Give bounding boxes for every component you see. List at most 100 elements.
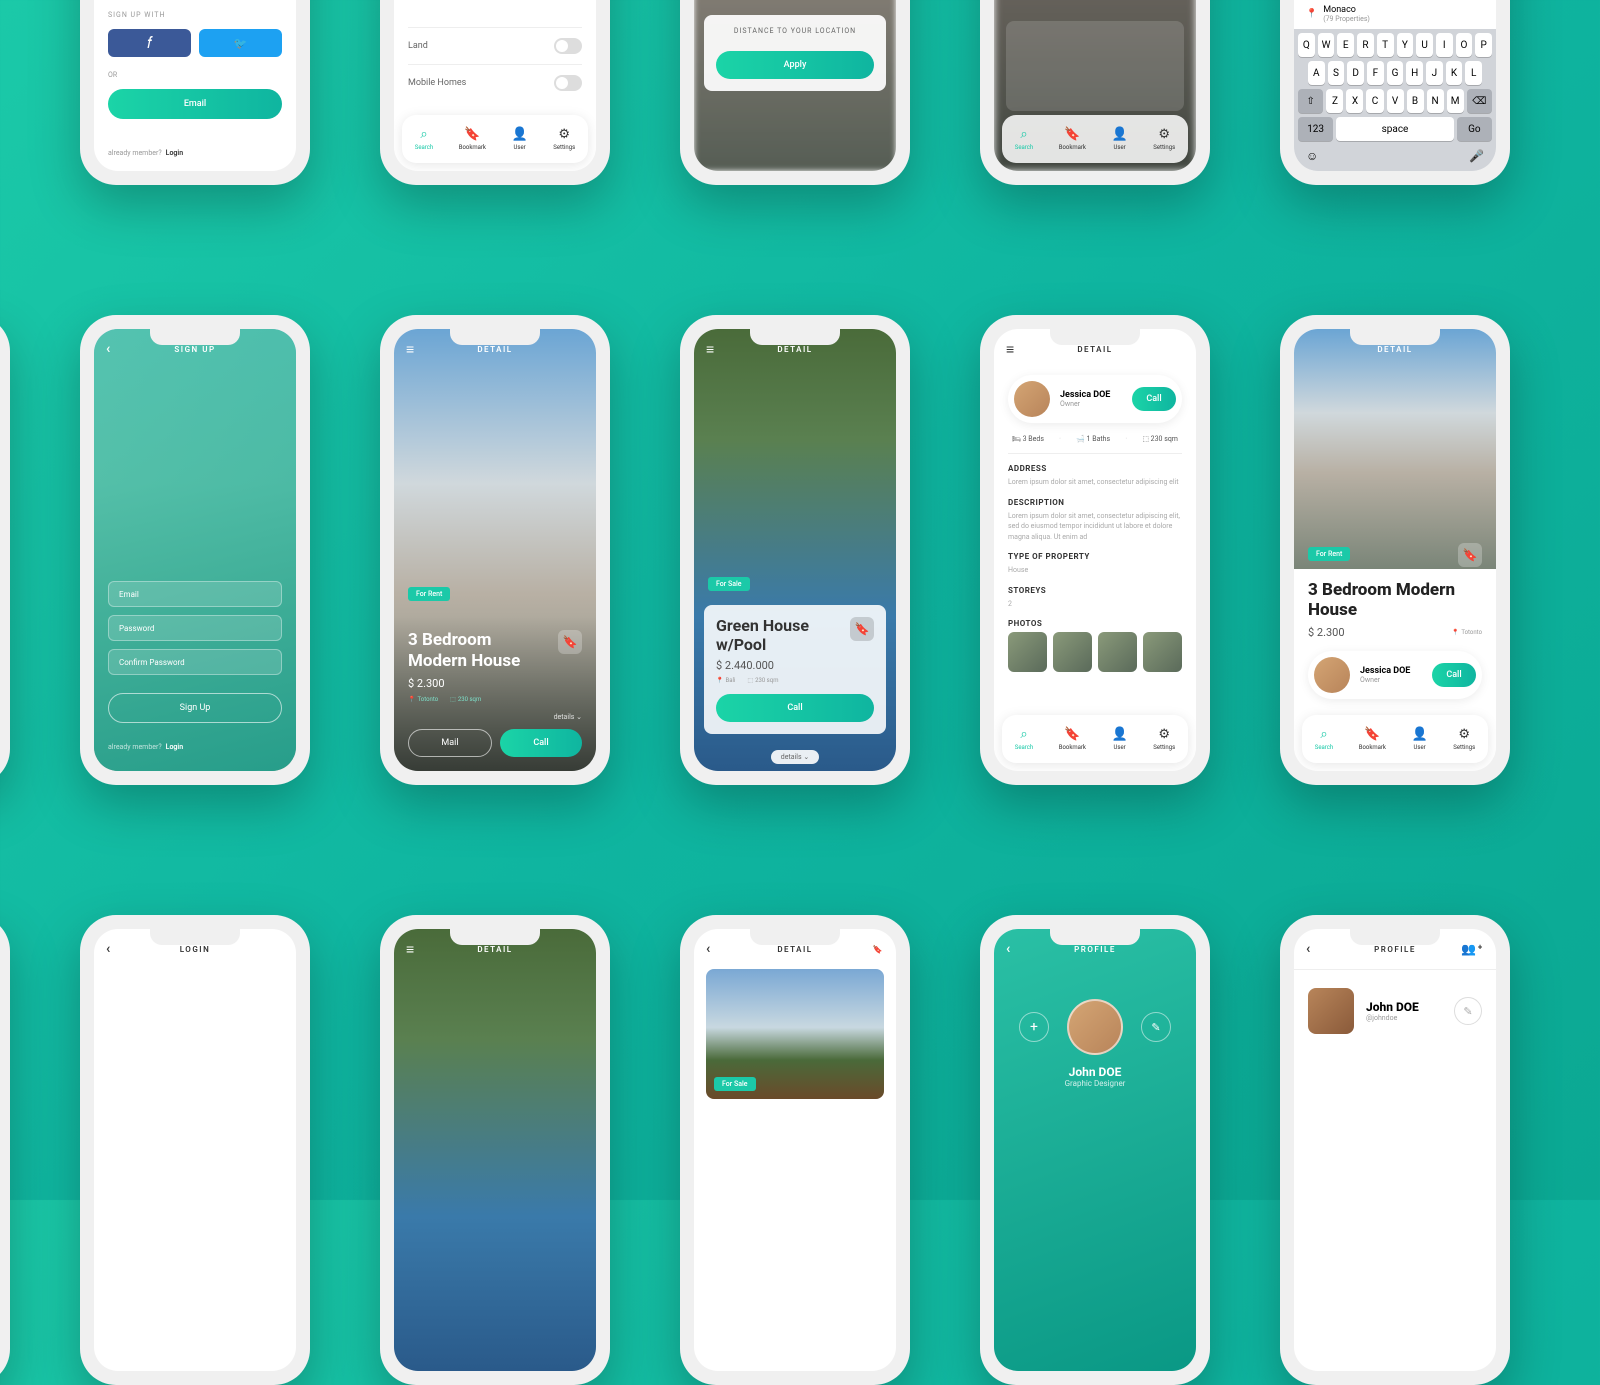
- owner-avatar[interactable]: [1014, 381, 1050, 417]
- key-o[interactable]: O: [1456, 33, 1473, 57]
- key-b[interactable]: B: [1407, 89, 1424, 113]
- page-title: DETAIL: [477, 945, 512, 954]
- tab-settings[interactable]: ⚙Settings: [1453, 727, 1475, 751]
- tab-user[interactable]: 👤User: [1112, 727, 1128, 751]
- mic-key[interactable]: 🎤: [1469, 149, 1484, 163]
- tab-settings[interactable]: ⚙Settings: [1153, 127, 1175, 151]
- signup-button[interactable]: Sign Up: [108, 693, 282, 723]
- login-link[interactable]: Login: [166, 743, 183, 751]
- facebook-button[interactable]: 𝑓: [108, 29, 191, 57]
- tab-settings[interactable]: ⚙Settings: [553, 127, 575, 151]
- key-m[interactable]: M: [1447, 89, 1464, 113]
- key-j[interactable]: J: [1426, 61, 1443, 85]
- tab-bookmark[interactable]: 🔖Bookmark: [459, 127, 486, 151]
- filter-land-toggle[interactable]: [554, 38, 582, 54]
- call-button[interactable]: Call: [1132, 387, 1176, 411]
- bookmark-button[interactable]: 🔖: [850, 617, 874, 641]
- menu-icon[interactable]: ≡: [706, 341, 716, 358]
- key-r[interactable]: R: [1357, 33, 1374, 57]
- email-field[interactable]: Email: [108, 581, 282, 607]
- profile-handle: @johndoe: [1366, 1014, 1442, 1022]
- key-w[interactable]: W: [1318, 33, 1335, 57]
- key-u[interactable]: U: [1416, 33, 1433, 57]
- twitter-button[interactable]: 🐦: [199, 29, 282, 57]
- key-z[interactable]: Z: [1326, 89, 1343, 113]
- profile-avatar[interactable]: [1067, 999, 1123, 1055]
- suggestion-monaco[interactable]: Monaco: [1323, 5, 1370, 15]
- tab-search[interactable]: ⌕Search: [415, 127, 433, 151]
- menu-icon[interactable]: ≡: [406, 341, 416, 358]
- key-q[interactable]: Q: [1298, 33, 1315, 57]
- bookmark-icon[interactable]: 🔖: [873, 945, 884, 954]
- key-s[interactable]: S: [1328, 61, 1345, 85]
- key-k[interactable]: K: [1446, 61, 1463, 85]
- space-key[interactable]: space: [1336, 117, 1454, 141]
- key-d[interactable]: D: [1347, 61, 1364, 85]
- call-button[interactable]: Call: [500, 729, 582, 757]
- mail-button[interactable]: Mail: [408, 729, 492, 757]
- menu-icon[interactable]: ≡: [406, 941, 416, 958]
- key-p[interactable]: P: [1475, 33, 1492, 57]
- key-v[interactable]: V: [1387, 89, 1404, 113]
- password-field[interactable]: Password: [108, 615, 282, 641]
- bookmark-button[interactable]: 🔖: [1458, 543, 1482, 567]
- details-link[interactable]: details ⌄: [408, 713, 582, 721]
- key-y[interactable]: Y: [1397, 33, 1414, 57]
- shift-key[interactable]: ⇧: [1298, 89, 1323, 113]
- login-link[interactable]: Login: [166, 149, 183, 157]
- tab-search[interactable]: ⌕Search: [1015, 727, 1033, 751]
- back-icon[interactable]: ‹: [1006, 941, 1012, 957]
- tab-search[interactable]: ⌕Search: [1015, 127, 1033, 151]
- key-c[interactable]: C: [1366, 89, 1383, 113]
- tab-settings[interactable]: ⚙Settings: [1153, 727, 1175, 751]
- bookmark-button[interactable]: 🔖: [558, 630, 582, 654]
- emoji-key[interactable]: ☺: [1306, 149, 1318, 163]
- owner-avatar[interactable]: [1314, 657, 1350, 693]
- backspace-key[interactable]: ⌫: [1467, 89, 1492, 113]
- back-icon[interactable]: ‹: [106, 941, 112, 957]
- key-i[interactable]: I: [1436, 33, 1453, 57]
- key-x[interactable]: X: [1346, 89, 1363, 113]
- numbers-key[interactable]: 123: [1298, 117, 1333, 141]
- add-button[interactable]: +: [1019, 1012, 1049, 1042]
- call-button[interactable]: Call: [1432, 663, 1476, 687]
- key-l[interactable]: L: [1465, 61, 1482, 85]
- facebook-icon: 𝑓: [147, 33, 152, 53]
- tab-bookmark[interactable]: 🔖Bookmark: [1059, 727, 1086, 751]
- key-a[interactable]: A: [1308, 61, 1325, 85]
- profile-avatar[interactable]: [1308, 988, 1354, 1034]
- tab-user[interactable]: 👤User: [512, 127, 528, 151]
- photo-thumb[interactable]: [1008, 632, 1047, 672]
- email-signup-button[interactable]: Email: [108, 89, 282, 119]
- tab-bookmark[interactable]: 🔖Bookmark: [1059, 127, 1086, 151]
- tab-user[interactable]: 👤User: [1412, 727, 1428, 751]
- back-icon[interactable]: ‹: [706, 941, 712, 957]
- key-n[interactable]: N: [1427, 89, 1444, 113]
- filter-mobile-toggle[interactable]: [554, 75, 582, 91]
- photo-thumb[interactable]: [1143, 632, 1182, 672]
- edit-button[interactable]: ✎: [1141, 1012, 1171, 1042]
- call-button[interactable]: Call: [716, 694, 874, 722]
- baths-stat: 🛁 1 Baths: [1076, 435, 1110, 443]
- photo-thumb[interactable]: [1098, 632, 1137, 672]
- owner-name: Jessica DOE: [1360, 666, 1422, 676]
- go-key[interactable]: Go: [1457, 117, 1492, 141]
- add-user-icon[interactable]: 👥⁺: [1461, 942, 1484, 956]
- key-f[interactable]: F: [1367, 61, 1384, 85]
- tab-search[interactable]: ⌕Search: [1315, 727, 1333, 751]
- apply-button[interactable]: Apply: [716, 51, 874, 79]
- menu-icon[interactable]: ≡: [1006, 341, 1016, 358]
- key-t[interactable]: T: [1377, 33, 1394, 57]
- back-icon[interactable]: ‹: [106, 341, 112, 357]
- key-h[interactable]: H: [1406, 61, 1423, 85]
- back-icon[interactable]: ‹: [1306, 941, 1312, 957]
- area-pill: ⬚ 230 sqm: [747, 677, 778, 684]
- photo-thumb[interactable]: [1053, 632, 1092, 672]
- details-link[interactable]: details ⌄: [771, 750, 819, 764]
- tab-bookmark[interactable]: 🔖Bookmark: [1359, 727, 1386, 751]
- edit-button[interactable]: ✎: [1454, 997, 1482, 1025]
- key-g[interactable]: G: [1387, 61, 1404, 85]
- confirm-password-field[interactable]: Confirm Password: [108, 649, 282, 675]
- tab-user[interactable]: 👤User: [1112, 127, 1128, 151]
- key-e[interactable]: E: [1337, 33, 1354, 57]
